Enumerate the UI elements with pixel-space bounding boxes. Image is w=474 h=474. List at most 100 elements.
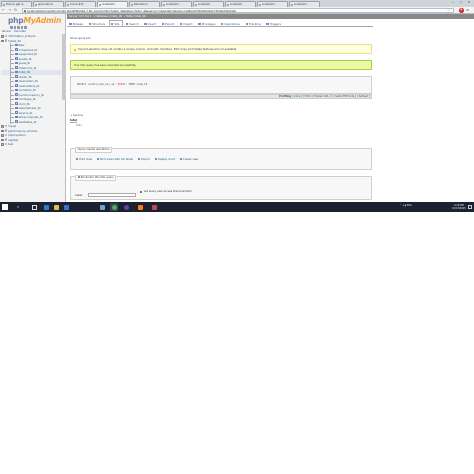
breadcrumb-table[interactable]: Table: hotel_db (126, 15, 146, 18)
tab-search[interactable]: Search (123, 20, 142, 26)
tab-label: Browse (72, 22, 83, 26)
bookmark-star-icon[interactable]: ☆ (447, 8, 450, 12)
table-icon (15, 79, 18, 83)
search-icon[interactable]: ⌕ (17, 204, 19, 209)
profiling-checkbox-label[interactable]: Profiling (279, 95, 291, 98)
display-chart-link[interactable]: Display chart (154, 158, 175, 161)
create-view-link[interactable]: Create view (179, 158, 198, 161)
bookmark-legend-text: Bookmark this SQL query (80, 176, 114, 180)
bookmark-public-label[interactable]: Let every user access this bookmark (144, 190, 192, 193)
show-query-box-link[interactable]: Show query box (70, 37, 91, 40)
print-icon (96, 158, 100, 161)
notifications-icon[interactable] (468, 204, 472, 209)
expand-icon[interactable]: + (1, 138, 4, 142)
tab-recent[interactable]: Recent (2, 30, 11, 33)
tree-item-label: register (7, 137, 19, 142)
table-icon (15, 106, 18, 110)
warning-text: Current selection does not contain a uni… (78, 48, 238, 51)
expand-icon[interactable]: + (1, 129, 4, 133)
collapse-icon[interactable]: − (1, 39, 4, 43)
tree-database-item[interactable]: + test (1, 142, 63, 147)
docs-icon[interactable] (17, 25, 20, 29)
expand-icon[interactable]: + (1, 134, 4, 137)
forward-icon[interactable]: → (7, 8, 12, 13)
database-icon (4, 138, 8, 141)
breadcrumb-server[interactable]: Server: 127.0.0.1 (69, 15, 92, 18)
language-indicator[interactable]: ENG (407, 204, 412, 207)
export-link[interactable]: Export (138, 158, 150, 161)
file-explorer-icon[interactable] (52, 203, 60, 211)
chrome-icon[interactable] (110, 203, 118, 211)
sql-link-php[interactable]: Create PHP Code (333, 95, 354, 98)
view-icon (179, 158, 183, 161)
breadcrumb-database[interactable]: Database: hotels_db (95, 15, 122, 18)
database-icon (4, 129, 8, 132)
sql-link-inline[interactable]: Inline (294, 95, 301, 98)
tree-item-label: performance_schema (7, 128, 38, 133)
expand-icon[interactable]: + (1, 143, 4, 146)
bookmark-label-input[interactable] (88, 192, 136, 197)
sql-link-explain[interactable]: Explain SQL (314, 95, 329, 98)
tree-item-label: companies_tb (18, 47, 38, 52)
close-icon[interactable]: ✕ (465, 0, 473, 5)
sql-keyword-from: FROM (128, 83, 135, 86)
tab-browse[interactable]: Browse (67, 20, 86, 26)
tab-operations[interactable]: Operations (219, 20, 244, 26)
table-icon (15, 66, 18, 69)
windows-start-icon[interactable] (2, 204, 8, 210)
tab-tracking[interactable]: Tracking (243, 20, 264, 26)
tab-favorites[interactable]: Favorites (14, 30, 26, 33)
xampp-icon[interactable] (136, 203, 144, 211)
tree-item-label: hotel_db (18, 70, 31, 74)
tree-item-label: information_schema (7, 34, 36, 38)
extension-icon[interactable]: ● (459, 8, 464, 13)
import-icon (179, 22, 183, 26)
table-icon (15, 88, 18, 92)
task-view-icon[interactable] (32, 204, 37, 210)
tab-structure[interactable]: Structure (86, 20, 108, 26)
store-icon[interactable] (62, 203, 70, 211)
netbeans-icon[interactable] (98, 203, 106, 211)
url-input[interactable]: localhost/phpmyadmin/index.php#PMAURL-7:… (22, 8, 454, 13)
export-icon (161, 22, 165, 26)
print-view-full-link[interactable]: Print view (with full texts) (96, 158, 133, 161)
minimize-icon[interactable]: — (449, 0, 457, 5)
tree-item-label: mysql (7, 124, 17, 128)
edge-icon[interactable] (42, 203, 50, 211)
tab-sql[interactable]: SQL (108, 20, 124, 26)
expand-icon[interactable]: + (1, 35, 4, 38)
tab-triggers[interactable]: Triggers (264, 20, 284, 26)
tab-label: Operations (224, 22, 240, 26)
logout-icon[interactable] (13, 25, 17, 29)
eclipse-icon[interactable] (122, 203, 130, 211)
sql-link-edit[interactable]: Edit (305, 95, 310, 98)
bookmark-public-checkbox[interactable] (140, 190, 143, 193)
sql-keyword-select: SELECT (77, 83, 87, 86)
sidebar-scrollbar[interactable] (62, 34, 66, 100)
top-menu: Browse Structure SQL Search Insert Export Impo… (67, 20, 373, 27)
reload-icon[interactable]: ↻ (13, 8, 18, 13)
settings-icon[interactable] (20, 25, 24, 29)
tab-insert[interactable]: Insert (142, 20, 159, 26)
options-toggle[interactable]: + Options (70, 114, 83, 117)
tab-export[interactable]: Export (159, 20, 177, 26)
tab-privileges[interactable]: Privileges (196, 20, 219, 26)
result-column-header[interactable]: total (70, 119, 77, 123)
print-view-link[interactable]: Print view (76, 158, 92, 161)
phpmyadmin-logo[interactable]: phpMyAdmin (8, 16, 61, 25)
app-icon[interactable] (150, 203, 158, 211)
browser-menu-icon[interactable]: ≡ (466, 8, 469, 12)
maximize-icon[interactable]: □ (457, 0, 465, 5)
taskbar-clock[interactable]: 4:18 PM 10/13/2015 (452, 204, 466, 210)
insert-icon (144, 22, 147, 26)
tab-label: Triggers (269, 22, 281, 26)
back-icon[interactable]: ← (1, 8, 6, 13)
home-icon[interactable] (10, 25, 13, 29)
sql-link-refresh[interactable]: Refresh (359, 95, 368, 98)
tree-item-label: guests_tb (18, 56, 32, 61)
browser-tab-label: localhost / (262, 3, 276, 6)
reload-nav-icon[interactable] (24, 25, 27, 29)
expand-icon[interactable]: + (1, 125, 4, 128)
browser-tab-label: How to get ro (6, 3, 24, 6)
tab-import[interactable]: Import (178, 20, 196, 26)
